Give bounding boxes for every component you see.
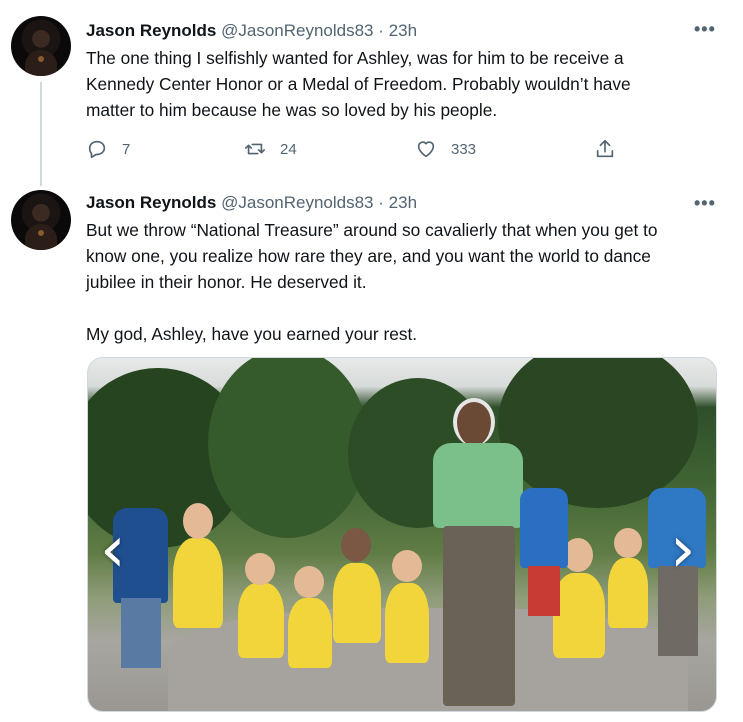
adult-center: [520, 488, 568, 568]
child: [553, 573, 605, 658]
tweet-text-line: My god, Ashley, have you earned your res…: [86, 324, 418, 344]
tweet-time[interactable]: 23h: [389, 193, 417, 212]
tweet-header: Jason Reynolds @JasonReynolds83 · 23h: [86, 192, 417, 214]
man-pants: [443, 526, 515, 706]
child: [173, 538, 223, 628]
heart-icon: [417, 141, 435, 158]
chevron-right-icon[interactable]: ›: [670, 518, 710, 588]
more-options-icon[interactable]: •••: [694, 194, 718, 214]
child: [333, 563, 381, 643]
author-name[interactable]: Jason Reynolds: [86, 193, 216, 212]
separator-dot: ·: [378, 21, 384, 40]
child-head: [294, 566, 324, 598]
retweet-icon: [245, 143, 265, 155]
tweet-text: The one thing I selfishly wanted for Ash…: [86, 45, 726, 123]
share-icon: [596, 139, 614, 158]
reply-button[interactable]: 7: [86, 136, 130, 162]
author-name[interactable]: Jason Reynolds: [86, 21, 216, 40]
tweet-text-line: jubilee in their honor. He deserved it.: [86, 272, 367, 292]
retweet-button[interactable]: 24: [244, 136, 297, 162]
avatar[interactable]: [11, 190, 71, 250]
child-head: [392, 550, 422, 582]
retweet-count: 24: [280, 140, 297, 158]
more-options-icon[interactable]: •••: [694, 20, 718, 40]
man-head: [453, 398, 495, 446]
chevron-left-icon[interactable]: ‹: [100, 518, 140, 588]
tweet-text-line: [86, 295, 726, 321]
child-head: [183, 503, 213, 539]
avatar[interactable]: [11, 16, 71, 76]
tree: [498, 358, 698, 508]
child: [385, 583, 429, 663]
child-head: [341, 528, 371, 562]
man-shirt: [433, 443, 523, 528]
tweet-text-line: know one, you realize how rare they are,…: [86, 246, 651, 266]
share-button[interactable]: [594, 136, 616, 162]
tweet-text-line: The one thing I selfishly wanted for Ash…: [86, 48, 624, 68]
child: [238, 583, 284, 658]
author-handle[interactable]: @JasonReynolds83: [221, 21, 373, 40]
child-head: [245, 553, 275, 585]
medal-icon: [38, 230, 44, 236]
author-handle[interactable]: @JasonReynolds83: [221, 193, 373, 212]
child-head: [614, 528, 642, 558]
child: [288, 598, 332, 668]
adult-left-legs: [121, 598, 161, 668]
tree: [208, 358, 368, 538]
reply-icon: [88, 140, 106, 159]
child: [608, 558, 648, 628]
separator-dot: ·: [378, 193, 384, 212]
reply-count: 7: [122, 140, 131, 158]
thread-connector-line: [40, 82, 42, 186]
tweet-text: But we throw “National Treasure” around …: [86, 217, 726, 347]
adult-center-legs: [528, 566, 560, 616]
tweet-text-line: But we throw “National Treasure” around …: [86, 220, 658, 240]
medal-icon: [38, 56, 44, 62]
tweet-text-line: Kennedy Center Honor or a Medal of Freed…: [86, 74, 631, 94]
tweet-time[interactable]: 23h: [389, 21, 417, 40]
tweet-1[interactable]: Jason Reynolds @JasonReynolds83 · 23h ••…: [0, 0, 743, 186]
like-button[interactable]: 333: [415, 136, 476, 162]
tweet-actions: 7 24 333: [86, 136, 626, 162]
tweet-text-line: matter to him because he was so loved by…: [86, 100, 498, 120]
tweet-photo[interactable]: ‹ ›: [87, 357, 717, 712]
like-count: 333: [451, 140, 477, 158]
tweet-header: Jason Reynolds @JasonReynolds83 · 23h: [86, 20, 417, 42]
